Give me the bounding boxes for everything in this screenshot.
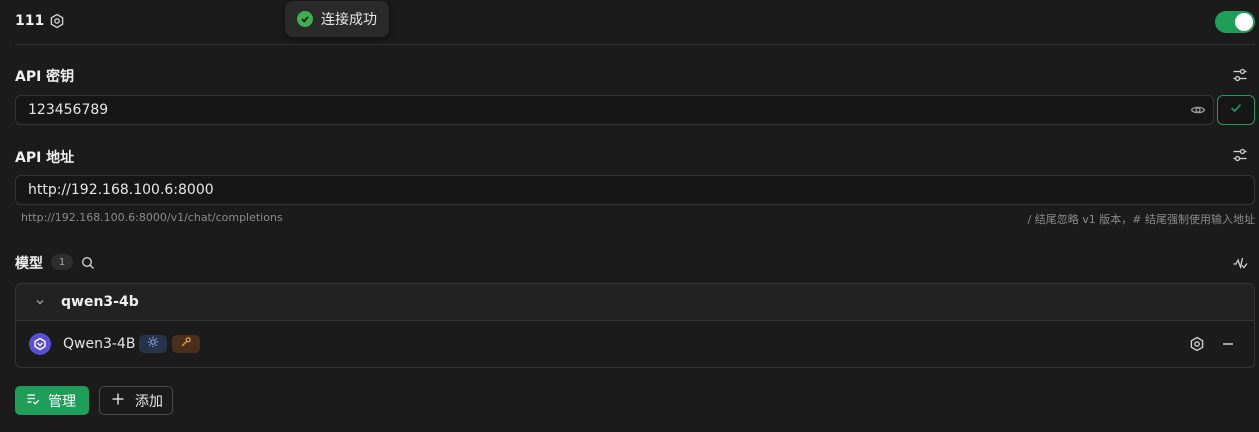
api-host-input[interactable]: http://192.168.100.6:8000 <box>15 175 1255 205</box>
list-check-icon <box>26 392 40 410</box>
model-group-name: qwen3-4b <box>61 294 139 310</box>
vision-tag <box>139 335 167 353</box>
models-count-badge: 1 <box>51 254 73 270</box>
model-name: Qwen3-4B <box>63 336 136 352</box>
add-model-button[interactable]: 添加 <box>99 386 173 415</box>
model-group-list: qwen3-4b Qwen3-4B <box>15 283 1255 368</box>
search-icon[interactable] <box>81 256 95 270</box>
plus-icon <box>111 392 125 410</box>
model-group-header[interactable]: qwen3-4b <box>16 284 1254 321</box>
check-circle-icon <box>297 11 313 27</box>
manage-models-button[interactable]: 管理 <box>15 386 89 415</box>
check-icon <box>1229 101 1243 119</box>
health-check-icon[interactable] <box>1232 255 1248 271</box>
toast-notification: 连接成功 <box>285 1 389 37</box>
adjust-settings-icon[interactable] <box>1232 67 1248 83</box>
wrench-icon <box>180 336 192 352</box>
api-host-label: API 地址 <box>15 150 75 166</box>
toggle-knob <box>1235 13 1253 31</box>
add-button-label: 添加 <box>135 393 163 410</box>
api-host-hint: / 结尾忽略 v1 版本，# 结尾强制使用输入地址 <box>1027 213 1255 226</box>
api-key-value: 123456789 <box>28 102 109 118</box>
chevron-down-icon[interactable] <box>34 296 46 308</box>
qwen-logo-icon <box>29 333 51 355</box>
api-host-value: http://192.168.100.6:8000 <box>28 182 214 198</box>
gear-icon[interactable] <box>49 13 65 29</box>
models-label: 模型 <box>15 256 43 272</box>
model-settings-gear-icon[interactable] <box>1189 336 1205 352</box>
remove-model-minus-icon[interactable] <box>1220 336 1236 352</box>
api-key-input[interactable]: 123456789 <box>15 95 1214 125</box>
provider-name: 111 <box>15 13 45 29</box>
adjust-settings-icon[interactable] <box>1232 147 1248 163</box>
tool-tag <box>172 335 200 353</box>
toast-message: 连接成功 <box>321 12 377 28</box>
manage-button-label: 管理 <box>48 393 76 410</box>
vision-icon <box>147 336 159 352</box>
header-divider <box>15 44 1255 45</box>
eye-icon[interactable] <box>1190 102 1206 118</box>
check-api-button[interactable] <box>1217 95 1255 125</box>
provider-enable-toggle[interactable] <box>1215 11 1255 33</box>
api-host-preview: http://192.168.100.6:8000/v1/chat/comple… <box>21 211 283 224</box>
api-key-label: API 密钥 <box>15 69 75 85</box>
